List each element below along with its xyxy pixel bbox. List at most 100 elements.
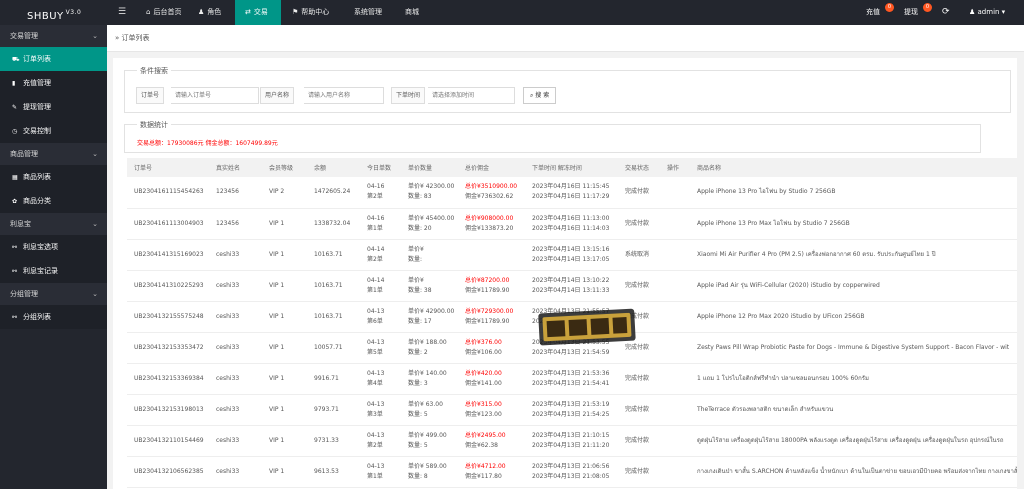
nav-mall[interactable]: 商城 — [398, 0, 432, 25]
column-header: 订单号 — [127, 158, 209, 177]
price-quantity-text: 数量: 20 — [408, 224, 432, 232]
sidebar-group-label: 交易管理 — [10, 32, 38, 40]
balance-cell: 10163.71 — [307, 270, 360, 302]
table-row[interactable]: UB2304141310225293 ceshi33 VIP 1 10163.71 04… — [127, 270, 1017, 302]
recharge-link[interactable]: 充值 — [866, 0, 880, 25]
order-time-input[interactable] — [428, 87, 515, 104]
table-row[interactable]: UB2304141315169023 ceshi33 VIP 1 10163.71 04… — [127, 239, 1017, 271]
table-row[interactable]: UB2304161115454263 123456 VIP 2 1472605.24 0… — [127, 177, 1017, 209]
user-menu[interactable]: ♟ admin ▾ — [969, 0, 1005, 25]
order-time-text: 2023年04月14日 13:15:16 — [532, 245, 610, 253]
sidebar-item-label: 分组列表 — [23, 313, 51, 321]
table-row[interactable]: UB2304132153369384 ceshi33 VIP 1 9916.71 04-… — [127, 363, 1017, 395]
total-commission-text: 总价¥376.00 — [465, 338, 502, 346]
table-header-row: 订单号 真实姓名 会员等级 余额 今日单数 单价数量 总价佣金 下单时间 解冻时间 交易状态 操作… — [127, 158, 1017, 177]
action-cell — [660, 177, 690, 209]
main-content: » 订单列表 条件搜索 订单号 用户名称 下单时间 ⌕ 搜 索 数据统计 交易总… — [107, 25, 1024, 489]
sidebar-item-interest-records[interactable]: ⚯ 利息宝记录 — [0, 259, 107, 283]
today-count-text: 04-13 — [367, 307, 385, 315]
sidebar-item-recharge[interactable]: ▮ 充值管理 — [0, 71, 107, 95]
nav-transaction-label: 交易 — [253, 8, 268, 16]
refresh-icon[interactable]: ⟳ — [942, 0, 950, 25]
search-fieldset: 条件搜索 订单号 用户名称 下单时间 ⌕ 搜 索 — [124, 66, 1011, 113]
sidebar-item-product-list[interactable]: ▦ 商品列表 — [0, 165, 107, 189]
column-header: 商品名称 — [690, 158, 1017, 177]
order-number-text: UB2304132153369384 — [134, 374, 204, 382]
real-name-text: ceshi33 — [216, 436, 240, 444]
status-cell: 完成付款 — [618, 177, 660, 209]
product-name-cell: Apple iPhone 13 Pro Max ไอโฟน by Studio … — [690, 208, 1017, 240]
order-time-label: 下单时间 — [391, 87, 426, 104]
action-cell — [660, 394, 690, 426]
real-name-text: ceshi33 — [216, 374, 240, 382]
stats-summary: 交易总额：17930086元 佣金总额：1607499.89元 — [137, 140, 278, 147]
order-time-text: 2023年04月13日 21:10:15 — [532, 431, 610, 439]
price-quantity-cell: 单价¥ 数量: 38 — [401, 270, 458, 302]
order-number-cell: UB2304132153353472 — [127, 332, 209, 364]
sidebar-item-interest-options[interactable]: ⚯ 利息宝选项 — [0, 235, 107, 259]
sidebar-group-label: 分组管理 — [10, 290, 38, 298]
sidebar-item-label: 充值管理 — [23, 79, 51, 87]
wallet-icon: ▮ — [12, 80, 16, 87]
real-name-cell: ceshi33 — [209, 270, 262, 302]
sidebar-item-product-category[interactable]: ✿ 商品分类 — [0, 189, 107, 213]
order-time-text: 2023年04月13日 21:08:05 — [532, 472, 610, 480]
order-time-text: 2023年04月13日 21:53:36 — [532, 369, 610, 377]
recharge-label: 充值 — [866, 8, 880, 16]
action-cell — [660, 239, 690, 271]
total-commission-text: 总价¥87200.00 — [465, 276, 510, 284]
order-time-cell: 2023年04月13日 21:10:15 2023年04月13日 21:11:20 — [525, 425, 618, 457]
sidebar-item-label: 利息宝选项 — [23, 243, 58, 251]
table-row[interactable]: UB2304132106562385 ceshi33 VIP 1 9613.53 04-… — [127, 456, 1017, 488]
today-count-text: 第6单 — [367, 317, 383, 325]
nav-help[interactable]: ⚑ 帮助中心 — [283, 0, 343, 25]
sidebar-group-interest[interactable]: 利息宝 ⌄ — [0, 213, 107, 235]
logo-text: SHBUY — [27, 11, 64, 22]
status-cell: 完成付款 — [618, 425, 660, 457]
nav-home[interactable]: ⌂ 后台首页 — [136, 0, 186, 25]
price-quantity-cell: 单价¥ 499.00 数量: 5 — [401, 425, 458, 457]
column-header: 单价数量 — [401, 158, 458, 177]
total-commission-cell: 总价¥315.00 佣金¥123.00 — [458, 394, 525, 426]
sidebar-item-group-list[interactable]: ⚯ 分组列表 — [0, 305, 107, 329]
sidebar-group-groups[interactable]: 分组管理 ⌄ — [0, 283, 107, 305]
today-count-cell: 04-13 第3单 — [360, 394, 401, 426]
real-name-cell: ceshi33 — [209, 363, 262, 395]
menu-toggle-icon[interactable]: ☰ — [113, 0, 131, 25]
total-commission-text: 总价¥4712.00 — [465, 462, 506, 470]
table-row[interactable]: UB2304132153198013 ceshi33 VIP 1 9793.71 04-… — [127, 394, 1017, 426]
table-row[interactable]: UB2304132110154469 ceshi33 VIP 1 9731.33 04-… — [127, 425, 1017, 457]
real-name-text: ceshi33 — [216, 467, 240, 475]
table-row[interactable]: UB2304161113004903 123456 VIP 1 1338732.04 0… — [127, 208, 1017, 240]
order-time-text: 2023年04月13日 21:54:41 — [532, 379, 610, 387]
status-cell: 完成付款 — [618, 363, 660, 395]
search-button[interactable]: ⌕ 搜 索 — [523, 87, 557, 104]
order-time-text: 2023年04月16日 11:17:29 — [532, 193, 610, 201]
order-number-input[interactable] — [171, 87, 259, 104]
order-time-text: 2023年04月14日 13:17:05 — [532, 255, 610, 263]
nav-role[interactable]: ♟ 角色 — [188, 0, 234, 25]
nav-system[interactable]: 系统管理 — [345, 0, 397, 25]
order-time-text: 2023年04月14日 13:10:22 — [532, 276, 610, 284]
withdraw-link[interactable]: 提现 — [904, 0, 918, 25]
product-name-text: Zesty Paws Pill Wrap Probiotic Paste for… — [697, 343, 1010, 351]
balance-text: 10057.71 — [314, 343, 343, 351]
sidebar-item-order-list[interactable]: ⛟ 订单列表 — [0, 47, 107, 71]
sidebar-item-withdraw[interactable]: ✎ 提现管理 — [0, 95, 107, 119]
username-input[interactable] — [304, 87, 384, 104]
action-cell — [660, 332, 690, 364]
action-cell — [660, 208, 690, 240]
product-name-cell: Apple iPhone 13 Pro ไอโฟน by Studio 7 25… — [690, 177, 1017, 209]
order-number-cell: UB2304132153198013 — [127, 394, 209, 426]
sidebar-item-trade-control[interactable]: ◷ 交易控制 — [0, 119, 107, 143]
member-level-cell: VIP 1 — [262, 456, 307, 488]
sidebar-group-products[interactable]: 商品管理 ⌄ — [0, 143, 107, 165]
list-icon: ▦ — [12, 174, 18, 181]
total-commission-cell: 总价¥420.00 佣金¥141.00 — [458, 363, 525, 395]
order-number-cell: UB2304161113004903 — [127, 208, 209, 240]
total-commission-text: 总价¥908000.00 — [465, 214, 514, 222]
member-level-cell: VIP 1 — [262, 239, 307, 271]
sidebar-group-transactions[interactable]: 交易管理 ⌄ — [0, 25, 107, 47]
action-cell — [660, 270, 690, 302]
nav-transaction[interactable]: ⇄ 交易 — [235, 0, 281, 25]
